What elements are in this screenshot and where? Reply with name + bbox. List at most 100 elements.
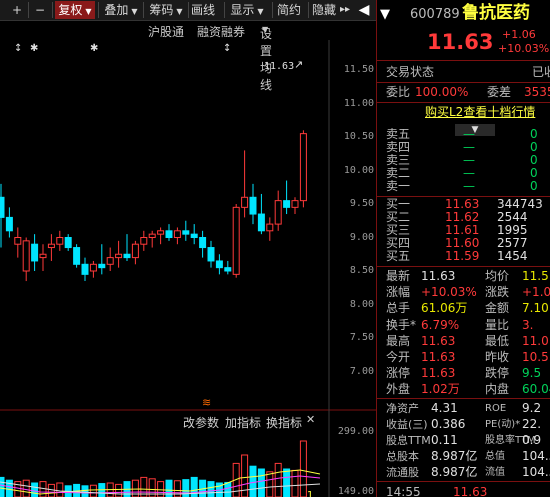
- volume-bar: [31, 482, 39, 497]
- candle-body: [73, 247, 81, 265]
- ask-price: —: [463, 179, 475, 193]
- candle-body: [249, 196, 257, 215]
- kline-candle: [106, 247, 114, 271]
- ask-label: 卖一: [386, 179, 411, 193]
- fin-label: 净资产: [386, 402, 419, 415]
- event-marker-icon[interactable]: ≋: [202, 396, 211, 409]
- kline-candle: [22, 237, 30, 282]
- candle-body: [47, 243, 55, 249]
- stat-label: 涨幅: [386, 285, 411, 300]
- stat-value: 7.10: [522, 301, 549, 316]
- candle-body: [131, 243, 139, 259]
- stats-row: 涨停 11.63 跌停 9.5: [377, 367, 550, 380]
- volume-bar: [173, 480, 181, 497]
- bid-price: 11.59: [445, 249, 480, 263]
- stats-row: 今开 11.63 昨收 10.5: [377, 351, 550, 364]
- weibi-value: 100.00%: [415, 85, 469, 99]
- fin-row: 流通股 8.987亿流值 104.5: [377, 465, 550, 480]
- stock-name: 鲁抗医药: [462, 3, 530, 23]
- weicha-label: 委差: [487, 85, 512, 99]
- volume-bar: [274, 462, 282, 497]
- swap-indicator-button[interactable]: 换指标: [266, 414, 302, 431]
- candle-body: [215, 260, 223, 269]
- kline-candle: [39, 244, 47, 271]
- fin-label: 总值: [485, 451, 505, 462]
- trade-status-value: 已收: [532, 65, 550, 79]
- kline-candle: [47, 234, 55, 261]
- kline-candle: [0, 183, 5, 248]
- volume-bar: [39, 481, 47, 497]
- candle-body: [56, 237, 64, 245]
- stat-value: 6.79%: [421, 317, 460, 332]
- kline-candle: [266, 217, 274, 241]
- trade-status-label: 交易状态: [386, 65, 435, 79]
- candle-body: [232, 206, 240, 275]
- kline-candle: [232, 204, 240, 278]
- stats-row: 总手 61.06万 金额 7.10: [377, 302, 550, 315]
- stat-label: 最低: [485, 333, 510, 348]
- weicha-value: 3535: [524, 85, 550, 99]
- kline-candle: [241, 150, 249, 218]
- kline-candle: [56, 230, 64, 251]
- stat-value: 11.0: [522, 333, 549, 348]
- stat-label: 最新: [386, 269, 411, 283]
- candle-body: [0, 196, 5, 218]
- bid-row: 买五 11.59 1454: [377, 250, 550, 263]
- fin-row: 净资产 4.31 ROE 9.2: [377, 401, 550, 416]
- stat-label: 涨停: [386, 366, 411, 381]
- volume-bar: [266, 471, 274, 497]
- kline-candle: [215, 254, 223, 275]
- fin-value: 104.5: [522, 465, 550, 479]
- fin-row: 股息TTM 0.11 股息率TTM 0.9: [377, 434, 550, 448]
- bid-volume: 1454: [497, 249, 528, 263]
- volume-bar: [0, 476, 5, 497]
- change-params-button[interactable]: 改参数: [183, 414, 219, 431]
- candle-body: [64, 237, 72, 249]
- stat-value: 60.04: [522, 382, 550, 397]
- stat-label: 内盘: [485, 382, 510, 397]
- fin-value: 8.987亿: [431, 465, 478, 479]
- fin-row: 收益(三) 0.386 PE(动)* 22.: [377, 417, 550, 432]
- close-indicator-icon[interactable]: ✕: [306, 413, 315, 426]
- kline-candle: [190, 224, 198, 245]
- candle-body: [140, 237, 148, 245]
- candle-body: [266, 223, 274, 232]
- stat-label: 今开: [386, 350, 411, 364]
- top-event-marker: ✱: [30, 43, 38, 54]
- add-indicator-button[interactable]: 加指标: [225, 414, 261, 431]
- kline-candle: [257, 193, 265, 235]
- stat-label: 跌停: [485, 366, 510, 381]
- candle-body: [182, 230, 190, 235]
- candle-body: [22, 240, 30, 272]
- candle-body: [106, 257, 114, 265]
- kline-candle: [291, 197, 299, 215]
- fin-value: 4.31: [431, 401, 458, 415]
- candle-body: [274, 200, 282, 225]
- candle-body: [123, 253, 131, 259]
- stat-label: 换手*: [386, 317, 417, 332]
- stat-value: 11.63: [421, 350, 456, 364]
- fin-value: 0.386: [431, 417, 466, 431]
- kline-candle: [274, 190, 282, 231]
- quote-panel: ▼ 600789 鲁抗医药 11.63 +1.06 +10.03% 交易状态 已…: [377, 0, 550, 497]
- current-price: 11.63: [427, 30, 494, 54]
- kline-candle: [249, 183, 257, 225]
- fin-label: 总股本: [386, 450, 419, 463]
- kline-candle: [73, 244, 81, 268]
- tick-price: 11.63: [453, 485, 488, 497]
- fin-value: 104.5: [522, 449, 550, 463]
- volume-bar: [22, 479, 30, 497]
- buy-l2-link[interactable]: 购买L2查看十档行情: [425, 106, 535, 119]
- price-change-pct: +10.03%: [498, 42, 550, 55]
- kline-candle: [98, 244, 106, 275]
- stat-label: 涨跌: [485, 285, 510, 300]
- dropdown-caret-icon[interactable]: ▼: [380, 7, 390, 23]
- fin-label: ROE: [485, 403, 507, 414]
- candle-body: [89, 263, 97, 272]
- volume-bar: [224, 481, 232, 497]
- candle-body: [224, 267, 232, 272]
- fin-value: 9.2: [522, 401, 542, 415]
- ask-volume: 0: [530, 179, 538, 193]
- volume-bar: [291, 469, 299, 497]
- candle-body: [31, 243, 39, 262]
